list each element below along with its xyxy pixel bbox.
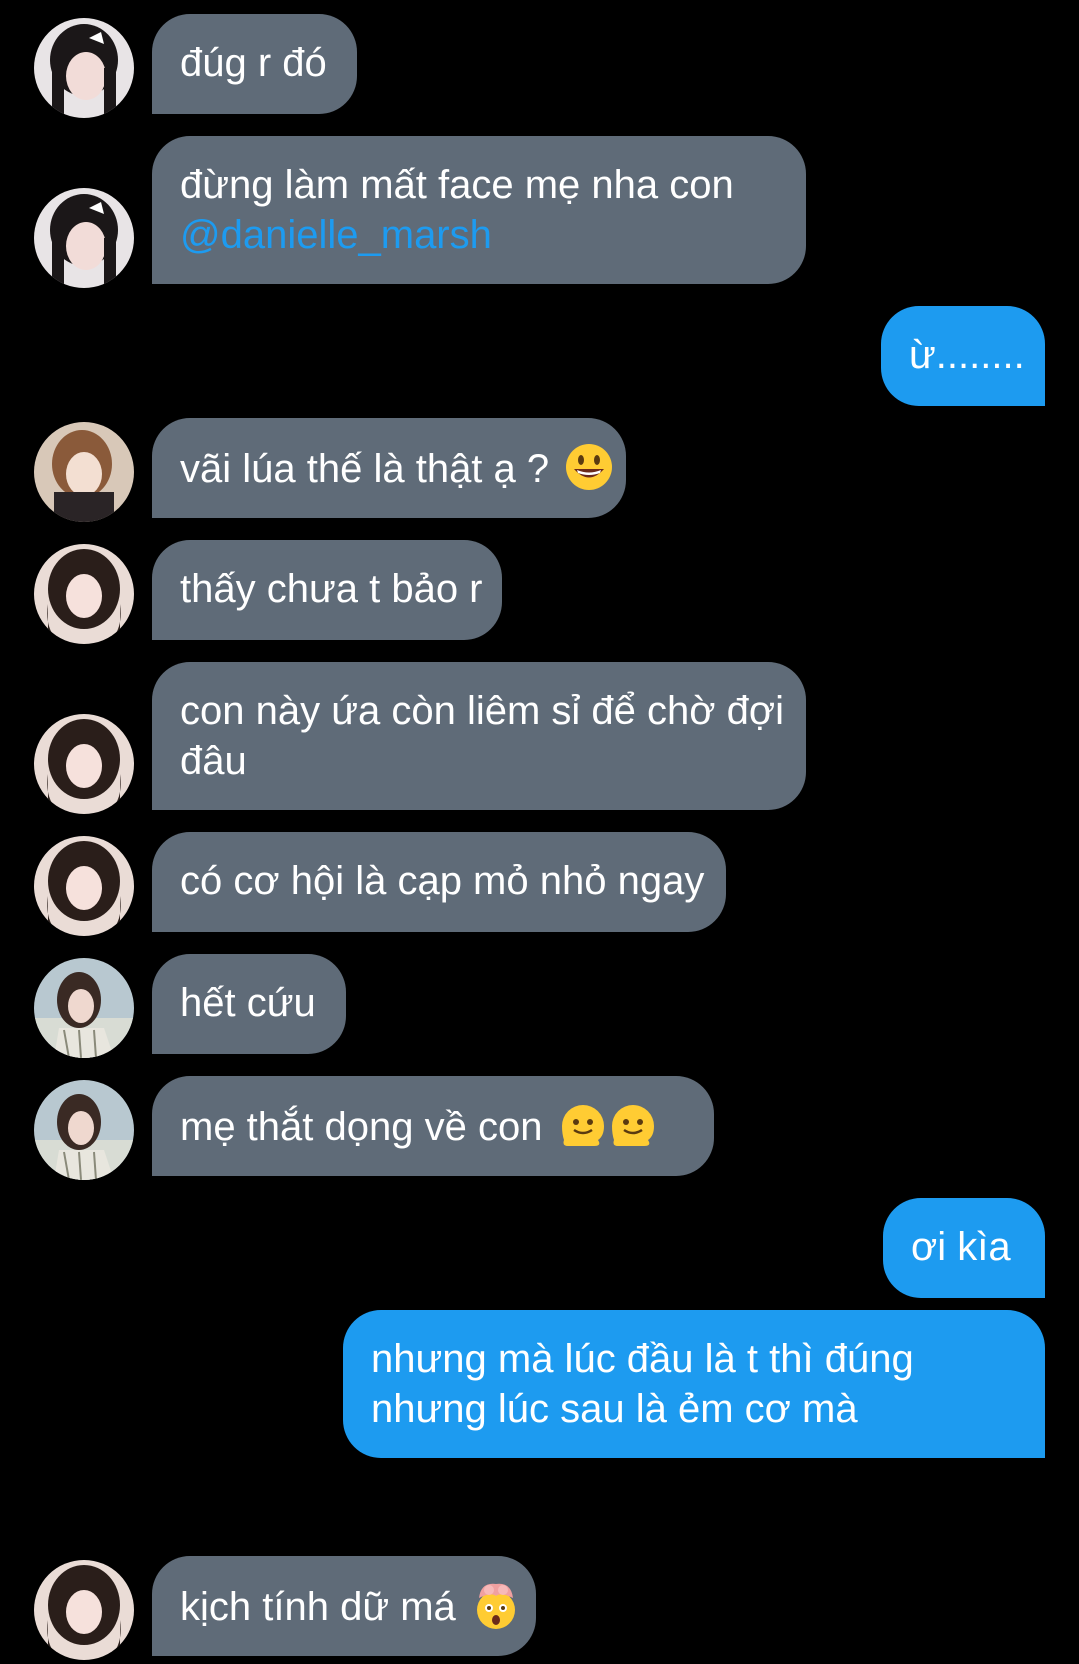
avatar[interactable] bbox=[34, 422, 134, 522]
message-text: nhưng lúc sau là ẻm cơ mà bbox=[371, 1387, 858, 1431]
message-text: vãi lúa thế là thật ạ ? bbox=[180, 447, 550, 491]
message-bubble[interactable]: ơi kìa bbox=[883, 1198, 1045, 1298]
avatar[interactable] bbox=[34, 188, 134, 288]
message-text: đừng làm mất face mẹ nha con bbox=[180, 163, 734, 207]
message-text: đúg r đó bbox=[180, 41, 327, 85]
message-bubble[interactable]: nhưng mà lúc đầu là t thì đúng nhưng lúc… bbox=[343, 1310, 1045, 1458]
message-bubble[interactable]: vãi lúa thế là thật ạ ? bbox=[152, 418, 626, 518]
message-bubble[interactable]: ừ........ bbox=[881, 306, 1045, 406]
message-bubble[interactable]: đúg r đó bbox=[152, 14, 357, 114]
message-text: kịch tính dữ má bbox=[180, 1585, 456, 1629]
avatar[interactable] bbox=[34, 1560, 134, 1660]
exploding-head-emoji bbox=[471, 1580, 521, 1630]
avatar[interactable] bbox=[34, 714, 134, 814]
message-text: ơi kìa bbox=[911, 1225, 1011, 1269]
message-bubble[interactable]: có cơ hội là cạp mỏ nhỏ ngay bbox=[152, 832, 726, 932]
message-text: thấy chưa t bảo r bbox=[180, 567, 483, 611]
avatar[interactable] bbox=[34, 544, 134, 644]
message-bubble[interactable]: mẹ thắt dọng về con bbox=[152, 1076, 714, 1176]
message-bubble[interactable]: hết cứu bbox=[152, 954, 346, 1054]
message-text: mẹ thắt dọng về con bbox=[180, 1105, 543, 1149]
message-text: con này ứa còn liêm sỉ để chờ đợi bbox=[180, 689, 784, 733]
avatar[interactable] bbox=[34, 836, 134, 936]
message-text: hết cứu bbox=[180, 981, 316, 1025]
message-bubble[interactable]: đừng làm mất face mẹ nha con @danielle_m… bbox=[152, 136, 806, 284]
melting-face-emoji bbox=[608, 1100, 658, 1150]
message-bubble[interactable]: kịch tính dữ má bbox=[152, 1556, 536, 1656]
message-text: có cơ hội là cạp mỏ nhỏ ngay bbox=[180, 859, 705, 903]
grinning-face-emoji bbox=[564, 442, 614, 492]
message-bubble[interactable]: con này ứa còn liêm sỉ để chờ đợi đâu bbox=[152, 662, 806, 810]
message-text: nhưng mà lúc đầu là t thì đúng bbox=[371, 1337, 914, 1381]
avatar[interactable] bbox=[34, 958, 134, 1058]
melting-face-emoji bbox=[558, 1100, 608, 1150]
message-text: ừ........ bbox=[909, 333, 1025, 377]
avatar[interactable] bbox=[34, 1080, 134, 1180]
mention-link[interactable]: @danielle_marsh bbox=[180, 210, 776, 260]
avatar[interactable] bbox=[34, 18, 134, 118]
message-bubble[interactable]: thấy chưa t bảo r bbox=[152, 540, 502, 640]
message-text: đâu bbox=[180, 739, 247, 783]
